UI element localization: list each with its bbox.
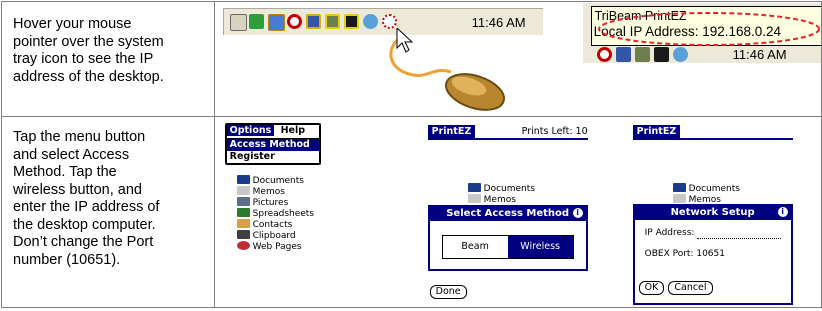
dialog-buttons: OK Cancel: [638, 281, 713, 295]
list-item[interactable]: Clipboard: [236, 230, 314, 241]
contacts-icon: [236, 219, 250, 228]
word-icon: [236, 175, 250, 184]
step-2-illustration: Options Help Access Method Register Docu…: [213, 116, 822, 308]
method-selector: Beam Wireless: [441, 235, 574, 259]
options-menu: Options Help Access Method Register: [224, 123, 321, 165]
palm-screen-access-method: PrintEZ Prints Left: 10 Documents Memos …: [427, 125, 588, 303]
list-item[interactable]: Documents: [467, 183, 535, 194]
list-item[interactable]: Documents: [236, 175, 314, 186]
list-item[interactable]: Spreadsheets: [236, 208, 314, 219]
menu-tab-help[interactable]: Help: [278, 125, 308, 136]
list-item[interactable]: Documents: [672, 183, 740, 194]
memo-icon: [236, 186, 250, 195]
cancel-button[interactable]: Cancel: [668, 281, 713, 295]
step-row: Hover your mouse pointer over the system…: [1, 1, 822, 117]
list-item[interactable]: Web Pages: [236, 241, 314, 252]
ok-button[interactable]: OK: [638, 281, 665, 295]
dialog-header: Select Access Method i: [429, 207, 586, 221]
document-list: Documents Memos: [672, 183, 740, 205]
spreadsheet-icon: [236, 208, 250, 217]
tribeam-icon[interactable]: [362, 14, 378, 29]
display-icon[interactable]: [305, 14, 321, 29]
app-title: PrintEZ: [632, 125, 681, 138]
memo-icon: [467, 194, 481, 203]
step-2-text: Tap the menu button and select Access Me…: [13, 129, 160, 268]
list-item[interactable]: Memos: [467, 194, 535, 205]
step-1-illustration: 11:46 AM TriBeam PrintEZ Local IP Addres…: [213, 1, 822, 117]
title-underline: [632, 138, 793, 140]
step-row: Tap the menu button and select Access Me…: [1, 116, 822, 308]
step-text-cell: Hover your mouse pointer over the system…: [1, 1, 215, 117]
monitor-icon[interactable]: [267, 14, 285, 31]
word-icon: [467, 183, 481, 192]
info-icon[interactable]: i: [777, 207, 788, 217]
dialog-title: Select Access Method: [446, 208, 570, 219]
menu-item-access-method[interactable]: Access Method: [226, 139, 319, 151]
memo-icon: [672, 194, 686, 203]
clipboard-icon: [236, 230, 250, 239]
beam-button[interactable]: Beam: [443, 236, 508, 258]
camera-icon[interactable]: [343, 14, 359, 29]
dialog-title: Network Setup: [670, 207, 755, 218]
menu-tab-options[interactable]: Options: [226, 125, 275, 136]
step-text-cell: Tap the menu button and select Access Me…: [1, 116, 215, 308]
obex-port-field[interactable]: OBEX Port: 10651: [645, 249, 725, 259]
network-icon[interactable]: [248, 14, 264, 29]
ip-address-input[interactable]: [696, 237, 781, 239]
document-list: Documents Memos: [467, 183, 535, 205]
instructions-table: Hover your mouse pointer over the system…: [1, 1, 822, 308]
menu-item-register[interactable]: Register: [227, 151, 319, 163]
antivirus-icon[interactable]: [381, 14, 397, 29]
list-item[interactable]: Contacts: [236, 219, 314, 230]
ip-address-label: IP Address:: [644, 228, 695, 238]
pointer-arrow-icon: [396, 28, 413, 53]
palm-screen-network-setup: PrintEZ Documents Memos Network Setup i …: [632, 125, 793, 305]
wireless-button[interactable]: Wireless: [507, 236, 573, 258]
dialog-header: Network Setup i: [634, 206, 791, 220]
web-icon: [236, 241, 250, 250]
sync-icon[interactable]: [286, 14, 302, 29]
list-item[interactable]: Pictures: [236, 197, 314, 208]
prints-left: Prints Left: 10: [521, 126, 588, 137]
highlight-ellipse: [597, 12, 820, 46]
speaker-icon[interactable]: [229, 14, 247, 31]
network-setup-dialog: Network Setup i IP Address: OBEX Port: 1…: [632, 204, 793, 305]
mouse-illustration: [389, 28, 505, 111]
step-1-text: Hover your mouse pointer over the system…: [13, 16, 164, 85]
document-list: Documents Memos Pictures Spreadsheets Co…: [236, 175, 314, 252]
list-item[interactable]: Memos: [236, 186, 314, 197]
palm-screen-menu: Options Help Access Method Register Docu…: [224, 123, 375, 303]
info-icon[interactable]: i: [572, 208, 583, 218]
word-icon: [672, 183, 686, 192]
access-method-dialog: Select Access Method i Beam Wireless: [427, 205, 588, 271]
scanner-icon[interactable]: [324, 14, 340, 29]
picture-icon: [236, 197, 250, 206]
title-underline: [427, 138, 588, 140]
tooltip-crop: TriBeam PrintEZ Local IP Address: 192.16…: [582, 3, 821, 63]
app-title: PrintEZ: [427, 125, 476, 138]
mouse-icon: [444, 73, 505, 111]
done-button[interactable]: Done: [429, 285, 467, 299]
